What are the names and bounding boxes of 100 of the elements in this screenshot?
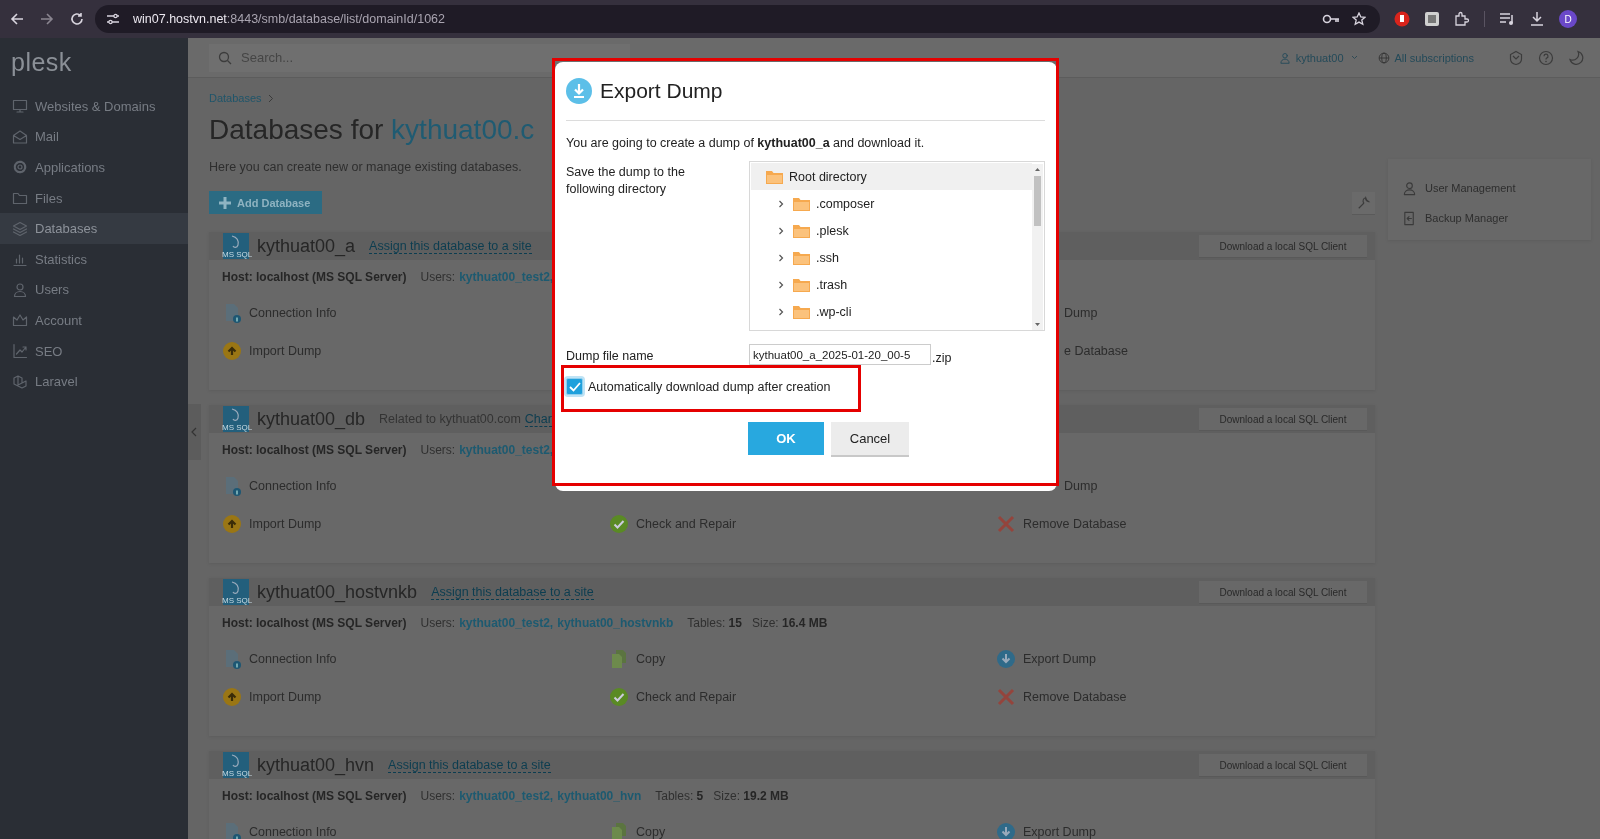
badge-label: MS SQL xyxy=(222,423,253,432)
assign-link[interactable]: Assign this database to a site xyxy=(431,584,594,600)
database-icon xyxy=(221,233,251,259)
tree-item[interactable]: .wp-cli xyxy=(751,298,1032,325)
assign-link[interactable]: Assign this database to a site xyxy=(388,757,551,773)
cancel-button[interactable]: Cancel xyxy=(831,422,909,455)
chevron-right-icon xyxy=(777,307,785,316)
puzzle-icon[interactable] xyxy=(1454,11,1470,27)
logo[interactable]: plesk xyxy=(0,38,72,91)
assign-link[interactable]: Char xyxy=(524,411,552,427)
tree-item[interactable]: .composer xyxy=(751,190,1032,217)
folder-icon xyxy=(793,223,810,238)
size-info: Size: 19.2 MB xyxy=(713,789,789,803)
tree-item[interactable]: Root directory xyxy=(751,163,1032,190)
action-link[interactable]: Remove Database xyxy=(1023,517,1127,531)
action-link[interactable]: Export Dump xyxy=(1023,652,1096,666)
panel-link[interactable]: Backup Manager xyxy=(1402,203,1591,233)
extension-icon[interactable] xyxy=(1424,11,1440,27)
sidebar-item[interactable]: Laravel xyxy=(0,366,188,397)
action-link[interactable]: Import Dump xyxy=(249,517,322,531)
sidebar-item[interactable]: Databases xyxy=(0,213,188,244)
host-info: Host: localhost (MS SQL Server) xyxy=(222,443,407,457)
download-icon xyxy=(566,78,592,104)
database-icon xyxy=(221,406,251,432)
add-database-button[interactable]: Add Database xyxy=(209,191,322,214)
forward-icon[interactable] xyxy=(40,12,54,26)
user-menu[interactable]: kythuat00 xyxy=(1278,51,1358,64)
ok-button[interactable]: OK xyxy=(748,422,824,455)
sidebar-item[interactable]: Websites & Domains xyxy=(0,91,188,122)
caret-icon xyxy=(1350,55,1358,60)
database-icon xyxy=(221,752,251,778)
action-link[interactable]: Dump xyxy=(1064,306,1098,320)
assign-link[interactable]: Assign this database to a site xyxy=(369,238,532,254)
tree-item[interactable]: .plesk xyxy=(751,217,1032,244)
cross-icon xyxy=(996,514,1016,534)
profile-avatar[interactable]: D xyxy=(1559,10,1577,28)
action-link[interactable]: Import Dump xyxy=(249,344,322,358)
action-link[interactable]: Connection Info xyxy=(249,652,337,666)
back-icon[interactable] xyxy=(10,12,24,26)
collapse-handle[interactable] xyxy=(188,404,201,460)
action-link[interactable]: Connection Info xyxy=(249,306,337,320)
user-link[interactable]: kythuat00_test2, xyxy=(459,789,554,803)
extension-icon[interactable] xyxy=(1394,11,1410,27)
action-link[interactable]: Connection Info xyxy=(249,479,337,493)
tables-count: Tables: 15 xyxy=(687,616,742,630)
breadcrumb-link[interactable]: Databases xyxy=(209,92,262,104)
users-label: Users: xyxy=(420,443,456,457)
checkbox[interactable] xyxy=(566,378,583,395)
reload-icon[interactable] xyxy=(70,12,84,26)
sidebar-item[interactable]: Users xyxy=(0,274,188,306)
scrollbar[interactable] xyxy=(1032,164,1043,330)
tree-item[interactable]: .ssh xyxy=(751,244,1032,271)
action-link[interactable]: Connection Info xyxy=(249,825,337,839)
domain-link[interactable]: kythuat00.c xyxy=(391,114,535,145)
action-link[interactable]: Copy xyxy=(636,652,666,666)
check-circle-icon xyxy=(609,514,629,534)
sidebar-item[interactable]: SEO xyxy=(0,335,188,367)
file-extension: .zip xyxy=(932,351,952,365)
sidebar-item[interactable]: Applications xyxy=(0,152,188,183)
user-link[interactable]: kythuat00_test2, xyxy=(459,270,554,284)
action-link[interactable]: Check and Repair xyxy=(636,690,737,704)
panel-link[interactable]: User Management xyxy=(1402,173,1591,203)
action-link[interactable]: Check and Repair xyxy=(636,517,737,531)
tree-item[interactable]: .trash xyxy=(751,271,1032,298)
checkbox-label[interactable]: Automatically download dump after creation xyxy=(588,379,831,394)
user-icon xyxy=(12,281,28,298)
action-link[interactable]: Copy xyxy=(636,825,666,839)
action-link[interactable]: Import Dump xyxy=(249,690,322,704)
folder-icon xyxy=(12,190,28,207)
folder-icon xyxy=(793,304,810,319)
download-icon xyxy=(996,649,1016,669)
key-icon[interactable] xyxy=(1322,13,1340,25)
address-bar[interactable]: win07.hostvn.net:8443/smb/database/list/domainId/1062 xyxy=(95,5,1380,33)
action-link[interactable]: e Database xyxy=(1064,344,1128,358)
field-label: Dump file name xyxy=(566,348,655,365)
download-icon[interactable] xyxy=(1529,11,1545,27)
action-link[interactable]: Remove Database xyxy=(1023,690,1127,704)
sidebar-item[interactable]: Statistics xyxy=(0,243,188,275)
star-icon[interactable] xyxy=(1352,12,1366,26)
copy-icon xyxy=(609,822,629,839)
user-link[interactable]: kythuat00_test2, xyxy=(459,443,554,457)
user-icon xyxy=(1278,51,1291,64)
media-list-icon[interactable] xyxy=(1499,11,1515,27)
file-name-field[interactable]: kythuat00_a_2025-01-20_00-5 xyxy=(749,344,931,365)
action-link[interactable]: Dump xyxy=(1064,479,1098,493)
sidebar-item[interactable]: Account xyxy=(0,305,188,336)
chevron-right-icon xyxy=(777,253,785,262)
tables-count: Tables: 5 xyxy=(655,789,704,803)
user-link[interactable]: kythuat00_hvn xyxy=(557,789,642,803)
page-title: Databases for xyxy=(209,114,385,145)
folder-icon xyxy=(766,169,783,184)
sidebar-item[interactable]: Mail xyxy=(0,121,188,153)
user-link[interactable]: kythuat00_hostvnkb xyxy=(557,616,674,630)
sidebar-item[interactable]: Files xyxy=(0,182,188,214)
plus-icon xyxy=(219,196,231,209)
checkmark-icon xyxy=(568,381,581,392)
action-link[interactable]: Export Dump xyxy=(1023,825,1096,839)
user-link[interactable]: kythuat00_test2, xyxy=(459,616,554,630)
subscriptions-link[interactable]: All subscriptions xyxy=(1377,51,1474,64)
database-name: kythuat00_hvn xyxy=(257,754,375,776)
